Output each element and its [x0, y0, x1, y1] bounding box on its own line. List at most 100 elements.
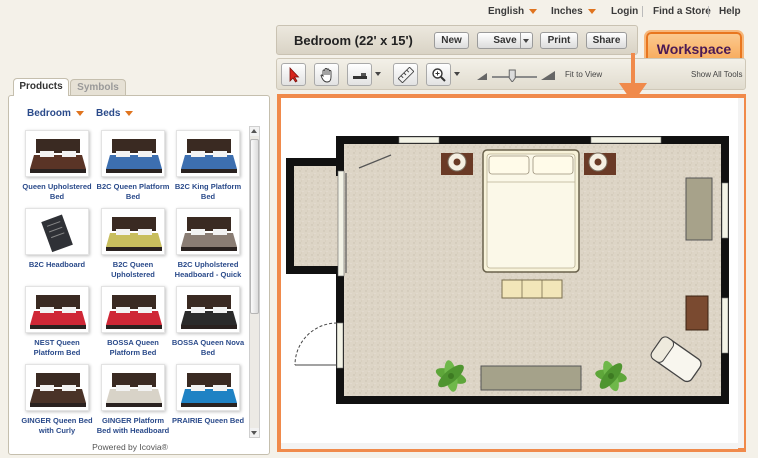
category-filter[interactable]: Bedroom	[27, 108, 84, 119]
save-button[interactable]: Save	[477, 32, 533, 49]
product-item[interactable]: B2C Queen Upholstered	[95, 208, 171, 280]
top-bar: English Inches Login Find a Store Help	[0, 0, 758, 24]
product-thumbnail[interactable]	[176, 364, 240, 411]
product-thumbnail[interactable]	[25, 208, 89, 255]
hand-icon	[320, 68, 332, 83]
product-item[interactable]: GINGER Queen Bed with Curly	[19, 364, 95, 436]
chevron-down-icon	[125, 110, 134, 116]
pan-tool[interactable]	[314, 63, 339, 86]
nightstand[interactable]	[441, 152, 473, 175]
type-filter[interactable]: Beds	[96, 108, 134, 119]
product-thumbnail[interactable]	[176, 208, 240, 255]
units-select[interactable]: Inches	[551, 6, 596, 17]
login-link[interactable]: Login	[611, 6, 638, 17]
canvas-scrollbar-horizontal[interactable]	[281, 443, 738, 449]
pointer-icon	[289, 67, 300, 83]
zoom-in-icon[interactable]	[541, 71, 555, 80]
product-thumbnail[interactable]	[101, 364, 165, 411]
product-thumbnail[interactable]	[25, 130, 89, 177]
select-tool[interactable]	[281, 63, 306, 86]
product-item[interactable]: B2C Headboard	[19, 208, 95, 270]
panel-scrollbar[interactable]	[249, 126, 260, 438]
workspace-canvas[interactable]	[277, 94, 746, 452]
nightstand[interactable]	[584, 152, 616, 175]
scroll-thumb[interactable]	[250, 139, 259, 314]
print-button[interactable]: Print	[540, 32, 578, 49]
zoom-out-icon[interactable]	[477, 73, 487, 80]
zoom-tool[interactable]	[426, 63, 460, 86]
product-panel: Bedroom Beds Queen Upholstered Bed B2C Qu…	[8, 95, 270, 455]
product-thumbnail[interactable]	[25, 286, 89, 333]
type-label: Beds	[96, 108, 121, 119]
product-thumbnail[interactable]	[176, 130, 240, 177]
bed-image	[30, 139, 86, 173]
product-item[interactable]: PRAIRIE Queen Bed	[170, 364, 246, 426]
tool-bar: Fit to View Show All Tools	[276, 58, 746, 90]
new-button[interactable]: New	[434, 32, 469, 49]
tab-products[interactable]: Products	[13, 78, 69, 96]
product-item[interactable]: BOSSA Queen Nova Bed	[170, 286, 246, 358]
zoom-slider[interactable]	[477, 68, 557, 82]
product-item[interactable]: Queen Upholstered Bed	[19, 130, 95, 202]
save-dropdown-icon[interactable]	[520, 33, 532, 48]
bed-image	[30, 373, 86, 407]
product-thumbnail[interactable]	[101, 208, 165, 255]
product-label[interactable]: B2C Queen Platform Bed	[95, 182, 171, 202]
product-item[interactable]: BOSSA Queen Platform Bed	[95, 286, 171, 358]
product-label[interactable]: BOSSA Queen Platform Bed	[95, 338, 171, 358]
scroll-down-icon[interactable]	[250, 428, 259, 437]
floor-plan[interactable]	[281, 98, 742, 448]
fit-to-view-button[interactable]: Fit to View	[565, 70, 602, 79]
chevron-down-icon[interactable]	[454, 72, 460, 76]
product-label[interactable]: GINGER Platform Bed with Headboard	[95, 416, 171, 436]
divider	[708, 6, 709, 17]
product-label[interactable]: PRAIRIE Queen Bed	[170, 416, 246, 426]
chevron-down-icon	[529, 8, 538, 14]
tab-symbols[interactable]: Symbols	[70, 79, 126, 95]
title-bar: Bedroom (22' x 15') New Save Print Share	[276, 25, 638, 55]
chevron-down-icon[interactable]	[375, 72, 381, 76]
credenza[interactable]	[480, 365, 582, 391]
product-label[interactable]: B2C Headboard	[19, 260, 95, 270]
product-label[interactable]: B2C Queen Upholstered	[95, 260, 171, 280]
product-label[interactable]: Queen Upholstered Bed	[19, 182, 95, 202]
measure-tool[interactable]	[393, 63, 418, 86]
show-all-tools-button[interactable]: Show All Tools	[691, 70, 742, 79]
category-label: Bedroom	[27, 108, 71, 119]
product-item[interactable]: NEST Queen Platform Bed	[19, 286, 95, 358]
product-thumbnail[interactable]	[176, 286, 240, 333]
product-label[interactable]: GINGER Queen Bed with Curly	[19, 416, 95, 436]
canvas-scrollbar-vertical[interactable]	[738, 98, 744, 448]
product-label[interactable]: NEST Queen Platform Bed	[19, 338, 95, 358]
product-thumbnail[interactable]	[25, 364, 89, 411]
cabinet[interactable]	[685, 295, 709, 331]
bed-image	[106, 217, 162, 251]
wall-tool[interactable]	[347, 63, 381, 86]
zoom-icon	[432, 68, 446, 82]
help-link[interactable]: Help	[719, 6, 741, 17]
product-item[interactable]: B2C Upholstered Headboard - Quick	[170, 208, 246, 280]
product-label[interactable]: B2C King Platform Bed	[170, 182, 246, 202]
share-button[interactable]: Share	[586, 32, 627, 49]
bed-image	[181, 373, 237, 407]
product-thumbnail[interactable]	[101, 130, 165, 177]
scroll-up-icon[interactable]	[250, 127, 259, 136]
product-label[interactable]: B2C Upholstered Headboard - Quick	[170, 260, 246, 280]
bench[interactable]	[501, 279, 563, 299]
dresser[interactable]	[685, 177, 713, 241]
slider-thumb[interactable]	[508, 69, 516, 82]
product-item[interactable]: GINGER Platform Bed with Headboard	[95, 364, 171, 436]
product-item[interactable]: B2C Queen Platform Bed	[95, 130, 171, 202]
language-label: English	[488, 6, 525, 17]
language-select[interactable]: English	[488, 6, 538, 17]
product-item[interactable]: B2C King Platform Bed	[170, 130, 246, 202]
product-thumbnail[interactable]	[101, 286, 165, 333]
bed-image	[106, 373, 162, 407]
bed-image	[181, 295, 237, 329]
find-store-link[interactable]: Find a Store	[653, 6, 711, 17]
chevron-down-icon	[75, 110, 84, 116]
product-label[interactable]: BOSSA Queen Nova Bed	[170, 338, 246, 358]
ruler-icon	[398, 67, 414, 83]
bed-image	[106, 295, 162, 329]
bed[interactable]	[482, 149, 580, 273]
